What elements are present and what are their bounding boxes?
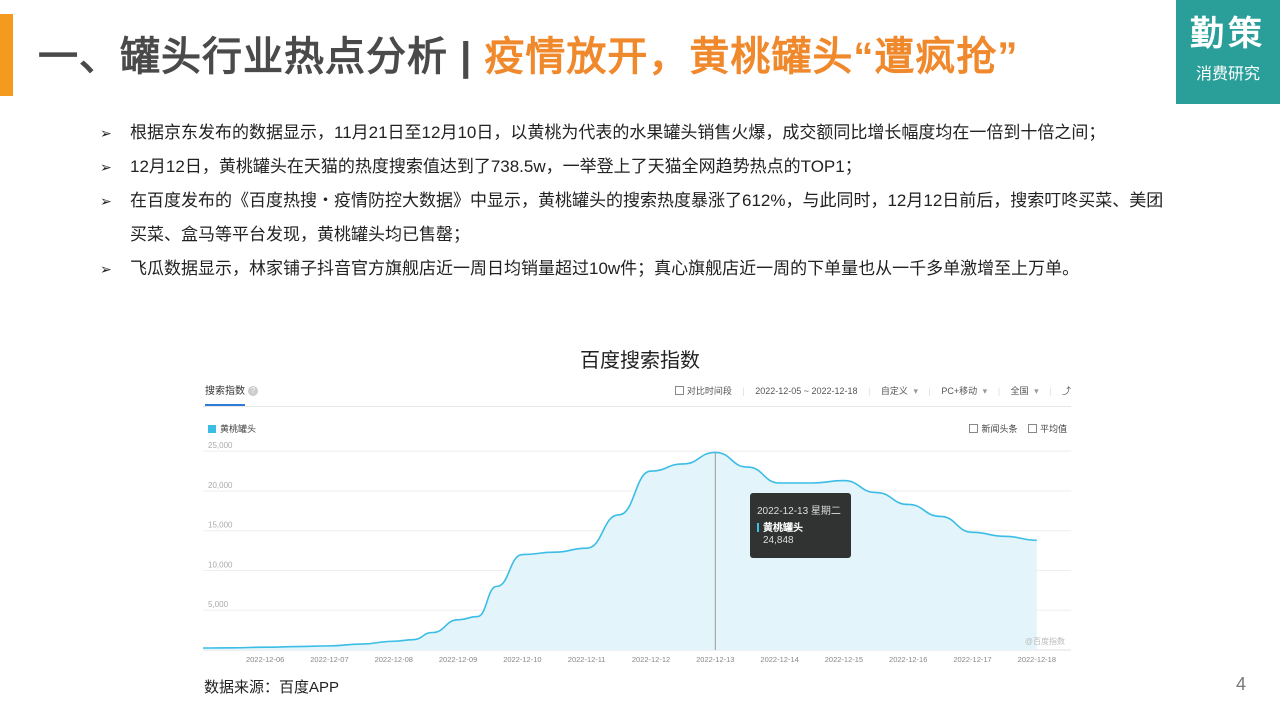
- title-main: 一、罐头行业热点分析 |: [38, 35, 485, 79]
- data-tooltip: 2022-12-13 星期二 黄桃罐头 24,848: [750, 493, 851, 558]
- x-tick-label: 2022-12-16: [889, 655, 927, 664]
- toolbar-separator: |: [868, 386, 871, 396]
- brand-logo: 勤策 消费研究: [1176, 0, 1280, 104]
- data-source-note: 数据来源：百度APP: [204, 679, 340, 696]
- x-tick-label: 2022-12-09: [439, 655, 477, 664]
- device-dropdown[interactable]: PC+移动 ▾: [941, 386, 987, 396]
- checkbox-icon: [1027, 424, 1037, 433]
- avg-label: 平均值: [1039, 424, 1067, 434]
- y-tick-label: 10,000: [208, 560, 233, 569]
- baidu-index-chart-panel: 5,000 10,000 15,000 20,000 25,000 2022-12-06 2…: [203, 376, 1071, 668]
- chevron-down-icon: ▾: [1034, 386, 1039, 396]
- x-tick-label: 2022-12-13: [696, 655, 734, 664]
- chart-canvas: 5,000 10,000 15,000 20,000 25,000 2022-12-06 2…: [203, 441, 1071, 664]
- legend-label: 黄桃罐头: [220, 424, 257, 434]
- bullet-text: 飞瓜数据显示，林家铺子抖音官方旗舰店近一周日均销量超过10w件；真心旗舰店近一周…: [130, 259, 1080, 278]
- tab-label: 搜索指数: [205, 386, 245, 397]
- arrow-bullet-icon: ➢: [100, 159, 112, 175]
- bullet-text: 根据京东发布的数据显示，11月21日至12月10日，以黄桃为代表的水果罐头销售火…: [130, 123, 1106, 142]
- title-highlight: 疫情放开，黄桃罐头“遭疯抢”: [484, 35, 1019, 79]
- arrow-bullet-icon: ➢: [100, 193, 112, 209]
- x-tick-label: 2022-12-14: [760, 655, 798, 664]
- news-label: 新闻头条: [981, 424, 1018, 434]
- chart-toolbar: 对比时间段 | 2022-12-05 ~ 2022-12-18 | 自定义 ▾ …: [667, 384, 1071, 397]
- device-label: PC+移动: [941, 386, 978, 396]
- compare-period-toggle[interactable]: 对比时间段: [674, 386, 732, 396]
- toolbar-separator: |: [928, 386, 931, 396]
- bullet-item: ➢ 在百度发布的《百度热搜・疫情防控大数据》中显示，黄桃罐头的搜索热度暴涨了612…: [100, 184, 1180, 252]
- logo-line1: 勤策: [1190, 14, 1266, 54]
- chevron-down-icon: ▾: [982, 386, 988, 396]
- chevron-down-icon: ▾: [913, 386, 918, 396]
- chart-caption: 百度搜索指数: [580, 350, 700, 372]
- export-icon[interactable]: ⤴: [1062, 386, 1071, 396]
- average-toggle[interactable]: 平均值: [1027, 424, 1067, 434]
- arrow-bullet-icon: ➢: [100, 125, 112, 141]
- help-icon[interactable]: ?: [248, 386, 258, 397]
- y-tick-label: 20,000: [208, 481, 233, 490]
- bullet-item: ➢ 根据京东发布的数据显示，11月21日至12月10日，以黄桃为代表的水果罐头销售…: [100, 116, 1180, 150]
- compare-label: 对比时间段: [686, 386, 732, 396]
- y-tick-label: 15,000: [208, 521, 233, 530]
- title-accent-bar: [0, 14, 13, 96]
- x-tick-label: 2022-12-18: [1018, 655, 1056, 664]
- panel-divider: [203, 406, 1071, 407]
- toolbar-separator: |: [742, 386, 745, 396]
- page-title: 一、罐头行业热点分析 | 疫情放开，黄桃罐头“遭疯抢”: [38, 24, 1018, 82]
- custom-range-dropdown[interactable]: 自定义 ▾: [881, 386, 918, 396]
- date-range-picker[interactable]: 2022-12-05 ~ 2022-12-18: [755, 386, 857, 396]
- tooltip-value: 24,848: [763, 535, 794, 546]
- logo-line2: 消费研究: [1195, 66, 1260, 83]
- x-tick-label: 2022-12-07: [310, 655, 348, 664]
- bullet-list: ➢ 根据京东发布的数据显示，11月21日至12月10日，以黄桃为代表的水果罐头销售…: [100, 116, 1180, 286]
- x-tick-label: 2022-12-08: [375, 655, 413, 664]
- custom-label: 自定义: [880, 386, 908, 396]
- bullet-item: ➢ 飞瓜数据显示，林家铺子抖音官方旗舰店近一周日均销量超过10w件；真心旗舰店近一…: [100, 252, 1180, 286]
- tab-search-index[interactable]: 搜索指数?: [205, 382, 258, 397]
- series-area-fill: [203, 452, 1037, 650]
- checked-checkbox-icon: [969, 424, 979, 433]
- bullet-item: ➢ 12月12日，黄桃罐头在天猫的热度搜索值达到了738.5w，一举登上了天猫全网…: [100, 150, 1180, 184]
- arrow-bullet-icon: ➢: [100, 261, 112, 277]
- y-tick-label: 25,000: [208, 441, 233, 450]
- bullet-text: 12月12日，黄桃罐头在天猫的热度搜索值达到了738.5w，一举登上了天猫全网趋…: [130, 157, 862, 176]
- tooltip-date: 2022-12-13 星期二: [757, 506, 841, 517]
- x-tick-label: 2022-12-11: [568, 655, 606, 664]
- y-tick-label: 5,000: [208, 600, 229, 609]
- toolbar-separator: |: [1049, 386, 1052, 396]
- news-headline-toggle[interactable]: 新闻头条: [969, 424, 1017, 434]
- x-tick-label: 2022-12-15: [825, 655, 863, 664]
- x-tick-label: 2022-12-12: [632, 655, 670, 664]
- bullet-text: 在百度发布的《百度热搜・疫情防控大数据》中显示，黄桃罐头的搜索热度暴涨了612%…: [130, 191, 1164, 244]
- region-label: 全国: [1010, 386, 1029, 396]
- checkbox-icon: [674, 386, 684, 395]
- x-tick-label: 2022-12-06: [246, 655, 284, 664]
- page-number: 4: [1236, 674, 1247, 694]
- toolbar-separator: |: [997, 386, 1001, 396]
- x-tick-label: 2022-12-10: [503, 655, 541, 664]
- legend-swatch: [208, 425, 216, 433]
- chart-watermark: @百度指数: [1024, 637, 1065, 646]
- tooltip-series: 黄桃罐头: [757, 519, 803, 534]
- chart-options: 新闻头条 平均值: [961, 422, 1067, 435]
- region-dropdown[interactable]: 全国 ▾: [1011, 386, 1039, 396]
- chart-legend[interactable]: 黄桃罐头: [208, 422, 256, 435]
- x-tick-label: 2022-12-17: [953, 655, 991, 664]
